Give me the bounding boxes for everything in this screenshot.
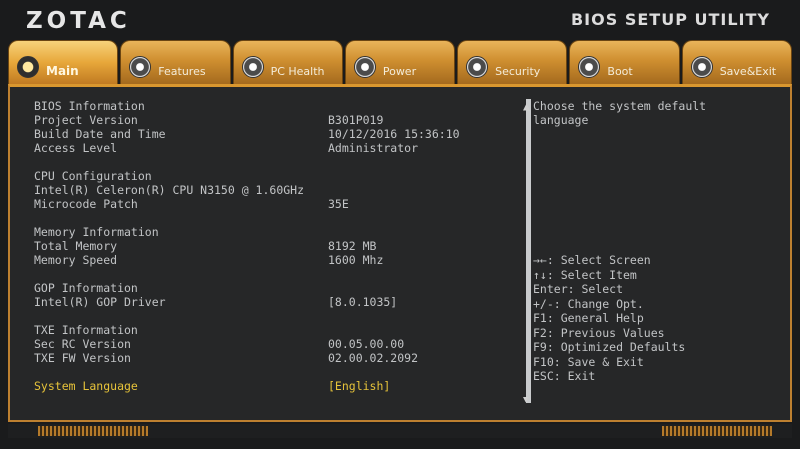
tab-label: Security [495, 65, 541, 78]
tab-label: Main [46, 64, 79, 78]
key-hint: +/-: Change Opt. [533, 296, 644, 311]
total-memory-label: Total Memory [34, 239, 118, 253]
sec-rc-value: 00.05.00.00 [328, 337, 405, 351]
tab-power[interactable]: Power [344, 40, 456, 84]
scrollbar[interactable] [526, 99, 531, 403]
key-hint: ESC: Exit [533, 369, 596, 383]
power-icon [353, 56, 376, 78]
system-language-value[interactable]: [English] [328, 379, 390, 393]
gop-driver-label: Intel(R) GOP Driver [34, 295, 166, 309]
tab-security[interactable]: Security [457, 40, 568, 84]
main-icon [17, 56, 39, 78]
boot-icon [578, 56, 601, 78]
save-exit-icon [690, 56, 713, 78]
memory-speed-value: 1600 Mhz [328, 253, 384, 267]
access-level-value: Administrator [328, 141, 419, 155]
tab-label: PC Health [270, 65, 325, 78]
utility-title: BIOS SETUP UTILITY [570, 10, 770, 29]
main-panel: BIOS Information Project Version B301P019… [8, 84, 792, 422]
left-grille-decoration [38, 426, 148, 436]
txe-fw-label: TXE FW Version [34, 351, 131, 365]
key-hint: Enter: Select [533, 282, 624, 296]
access-level-label: Access Level [34, 141, 118, 155]
cpu-config-heading: CPU Configuration [34, 169, 152, 183]
system-language-label: System Language [34, 379, 138, 393]
txe-info-heading: TXE Information [34, 323, 138, 337]
build-date-label: Build Date and Time [34, 127, 166, 141]
project-version-label: Project Version [34, 113, 138, 127]
key-hint: ↑↓: Select Item [533, 267, 637, 282]
cpu-name: Intel(R) Celeron(R) CPU N3150 @ 1.60GHz [34, 183, 305, 197]
memory-speed-label: Memory Speed [34, 253, 118, 267]
memory-info-heading: Memory Information [34, 225, 159, 239]
tab-main[interactable]: Main [8, 40, 119, 84]
tab-boot[interactable]: Boot [569, 40, 680, 84]
help-panel: ▲ Choose the system default language [523, 99, 743, 127]
key-hint: F2: Previous Values [533, 325, 665, 340]
microcode-label: Microcode Patch [34, 197, 138, 211]
key-hint: F1: General Help [533, 311, 644, 325]
build-date-value: 10/12/2016 15:36:10 [328, 127, 460, 141]
tab-label: Power [382, 65, 417, 78]
security-icon [466, 56, 489, 78]
tab-label: Features [158, 65, 206, 78]
tab-features[interactable]: Features [120, 40, 231, 84]
scroll-down-icon: ▼ [523, 395, 529, 405]
info-list: BIOS Information Project Version B301P019… [34, 99, 514, 393]
system-language-row[interactable]: System Language [English] [34, 379, 514, 393]
key-hint: F10: Save & Exit [533, 354, 644, 369]
tab-bar: Main Features PC Health Power Security B… [8, 38, 792, 84]
tab-pc-health[interactable]: PC Health [232, 40, 343, 84]
key-hint: →←: Select Screen [533, 253, 651, 267]
zotac-logo: ZOTAC [26, 8, 131, 34]
tab-label: Boot [607, 65, 633, 78]
pc-health-icon [241, 56, 264, 78]
txe-fw-value: 02.00.02.2092 [328, 351, 419, 365]
gop-info-heading: GOP Information [34, 281, 138, 295]
tab-label: Save&Exit [719, 65, 777, 78]
footer-bar [8, 424, 792, 438]
gop-driver-value: [8.0.1035] [328, 295, 398, 309]
microcode-value: 35E [328, 197, 349, 211]
right-grille-decoration [662, 426, 772, 436]
help-description: Choose the system default language [533, 99, 707, 127]
tab-save-exit[interactable]: Save&Exit [681, 40, 792, 84]
key-hint: F9: Optimized Defaults [533, 340, 686, 354]
scroll-up-icon: ▲ [523, 99, 530, 113]
total-memory-value: 8192 MB [328, 239, 377, 253]
bios-info-heading: BIOS Information [34, 99, 145, 113]
key-legend: →←: Select Screen ↑↓: Select Item Enter:… [533, 253, 783, 384]
sec-rc-label: Sec RC Version [34, 337, 131, 351]
features-icon [129, 56, 152, 78]
project-version-value: B301P019 [328, 113, 384, 127]
